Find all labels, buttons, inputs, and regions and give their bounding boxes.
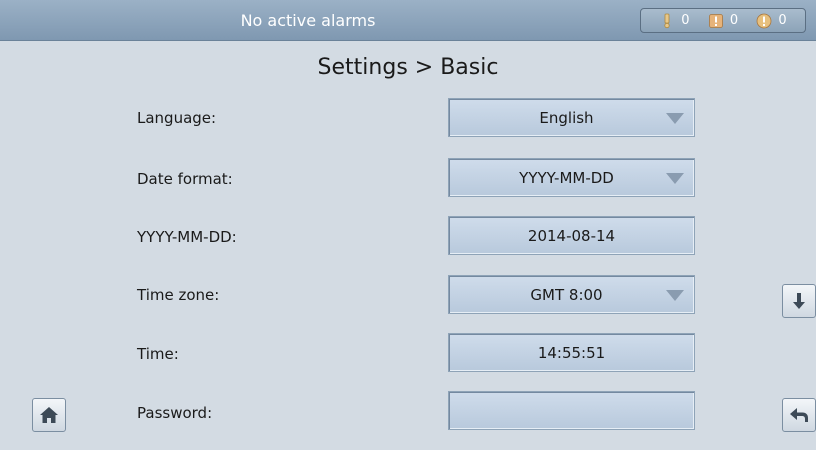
arrow-down-icon [792,292,806,310]
home-icon [39,406,59,424]
alarm-status-text: No active alarms [240,11,376,30]
critical-alarm-count: 0 [778,13,787,28]
time-zone-label: Time zone: [137,286,220,304]
date-format-label: Date format: [137,170,233,188]
critical-alarm-counter: 0 [756,13,787,29]
alarm-counters[interactable]: 0 0 0 [640,8,806,33]
date-value: 2014-08-14 [527,226,616,245]
password-label: Password: [137,404,213,422]
date-label: YYYY-MM-DD: [137,228,237,246]
minor-alarm-count: 0 [681,13,690,28]
chevron-down-icon [666,113,684,124]
time-zone-value: GMT 8:00 [530,285,603,304]
back-arrow-icon [789,406,809,424]
date-format-dropdown[interactable]: YYYY-MM-DD [448,158,695,197]
status-bar: No active alarms 0 0 0 [0,0,816,41]
language-dropdown[interactable]: English [448,98,695,137]
scroll-down-button[interactable] [782,284,816,318]
date-format-value: YYYY-MM-DD [519,168,614,187]
minor-alarm-counter: 0 [659,13,690,29]
minor-alarm-icon [659,13,675,29]
page-title: Settings > Basic [317,55,499,80]
password-field[interactable] [448,391,695,430]
home-button[interactable] [32,398,66,432]
language-value: English [539,108,594,127]
major-alarm-count: 0 [729,13,739,28]
language-label: Language: [137,109,217,127]
major-alarm-counter: 0 [708,13,738,29]
critical-alarm-icon [756,13,772,29]
time-field[interactable]: 14:55:51 [448,333,695,372]
chevron-down-icon [666,290,684,301]
major-alarm-icon [708,13,724,29]
chevron-down-icon [666,173,684,184]
date-field[interactable]: 2014-08-14 [448,216,695,255]
time-zone-dropdown[interactable]: GMT 8:00 [448,275,695,314]
back-button[interactable] [782,398,816,432]
time-value: 14:55:51 [537,343,606,362]
time-label: Time: [137,345,179,363]
